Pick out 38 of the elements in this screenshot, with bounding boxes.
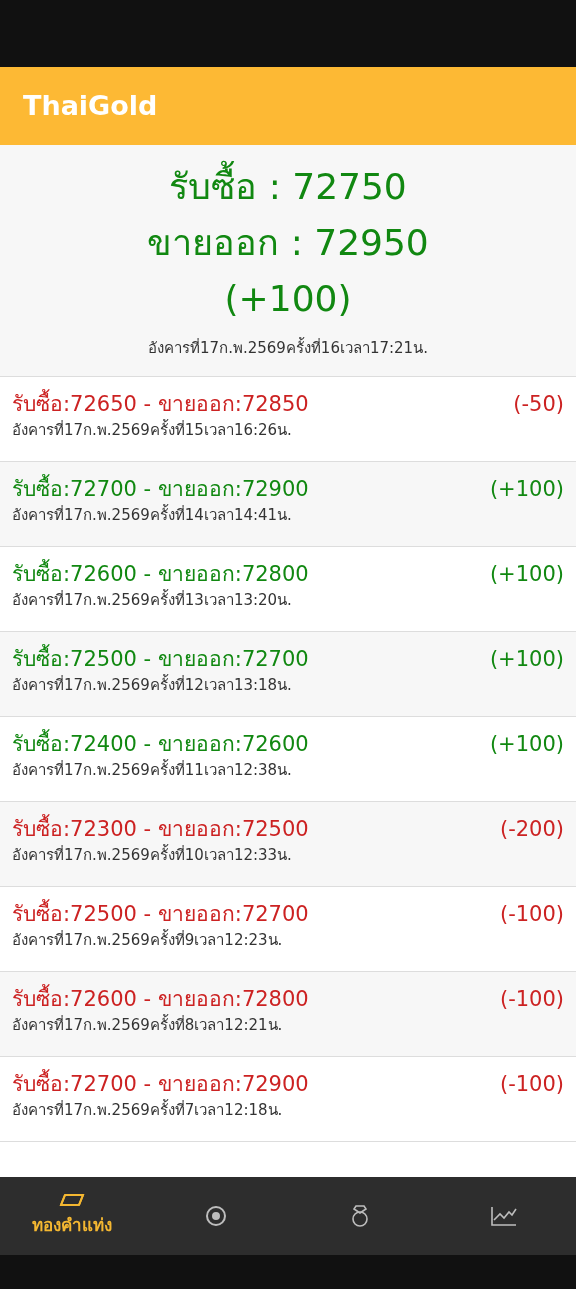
app-title: ThaiGold xyxy=(23,88,158,123)
price-change: (+100) xyxy=(489,561,564,588)
price-pair: รับซื้อ:72600 - ขายออก:72800 xyxy=(12,984,309,1014)
update-time: อังคารที่17ก.พ.2569ครั้งที่16เวลา17:21น. xyxy=(148,337,428,359)
price-change: (-100) xyxy=(499,1071,564,1098)
price-pair: รับซื้อ:72700 - ขายออก:72900 xyxy=(12,1069,309,1099)
update-time: อังคารที่17ก.พ.2569ครั้งที่13เวลา13:20น. xyxy=(12,589,293,611)
update-time: อังคารที่17ก.พ.2569ครั้งที่14เวลา14:41น. xyxy=(12,504,293,526)
price-change: (-100) xyxy=(499,901,564,928)
price-pair: รับซื้อ:72700 - ขายออก:72900 xyxy=(12,474,309,504)
update-time: อังคารที่17ก.พ.2569ครั้งที่12เวลา13:18น. xyxy=(12,674,293,696)
price-change: (-200) xyxy=(499,816,564,843)
price-pair: รับซื้อ:72400 - ขายออก:72600 xyxy=(12,729,309,759)
ring-icon xyxy=(351,1204,369,1228)
price-change: (-50) xyxy=(513,391,564,418)
price-change: (+100) xyxy=(489,731,564,758)
update-time: อังคารที่17ก.พ.2569ครั้งที่15เวลา16:26น. xyxy=(12,419,293,441)
price-pair: รับซื้อ:72650 - ขายออก:72850 xyxy=(12,389,309,419)
price-pair: รับซื้อ:72500 - ขายออก:72700 xyxy=(12,899,309,929)
buy-price: รับซื้อ : 72750 xyxy=(169,159,407,215)
update-time: อังคารที่17ก.พ.2569ครั้งที่11เวลา12:38น. xyxy=(12,759,293,781)
price-change: (+100) xyxy=(224,277,352,321)
update-time: อังคารที่17ก.พ.2569ครั้งที่10เวลา12:33น. xyxy=(12,844,293,866)
price-pair: รับซื้อ:72300 - ขายออก:72500 xyxy=(12,814,309,844)
price-change: (-100) xyxy=(499,986,564,1013)
update-time: อังคารที่17ก.พ.2569ครั้งที่9เวลา12:23น. xyxy=(12,929,284,951)
nav-label: ทองคำแท่ง xyxy=(32,1214,112,1238)
nav-tab[interactable]: ทองคำแท่ง xyxy=(0,1177,144,1255)
price-pair: รับซื้อ:72500 - ขายออก:72700 xyxy=(12,644,309,674)
update-time: อังคารที่17ก.พ.2569ครั้งที่7เวลา12:18น. xyxy=(12,1099,284,1121)
sell-price: ขายออก : 72950 xyxy=(147,221,429,265)
trend-chart-icon xyxy=(491,1206,517,1226)
radio-icon xyxy=(204,1204,228,1228)
update-time: อังคารที่17ก.พ.2569ครั้งที่8เวลา12:21น. xyxy=(12,1014,284,1036)
price-change: (+100) xyxy=(489,476,564,503)
ingot-icon xyxy=(59,1193,85,1208)
price-change: (+100) xyxy=(489,646,564,673)
price-pair: รับซื้อ:72600 - ขายออก:72800 xyxy=(12,559,309,589)
